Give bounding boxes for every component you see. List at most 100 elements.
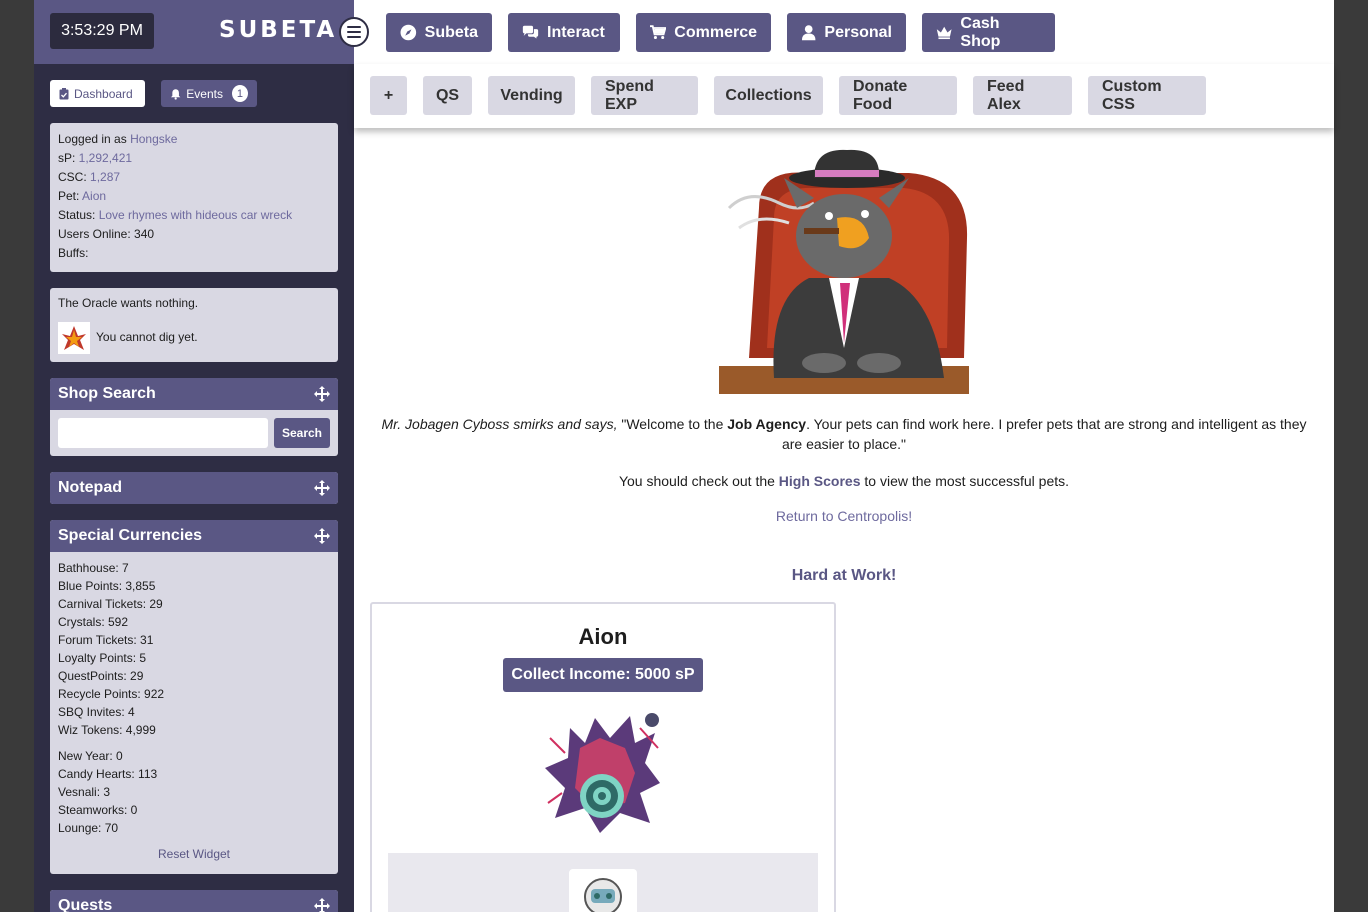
nav-cash-shop-label: Cash Shop — [960, 14, 1001, 50]
pet-link[interactable]: Aion — [82, 189, 106, 203]
currency-item: Crystals: 592 — [58, 615, 129, 629]
notepad-widget: Notepad — [50, 472, 338, 504]
return-line: Return to Centropolis! — [354, 508, 1334, 524]
subnav-donate-food[interactable]: Donate Food — [839, 76, 957, 115]
currency-item: Forum Tickets: 31 — [58, 633, 154, 647]
currency-item: Candy Hearts: 113 — [58, 767, 158, 781]
high-scores-line: You should check out the High Scores to … — [354, 473, 1334, 489]
hamburger-icon — [347, 26, 361, 38]
special-currencies-title: Special Currencies — [58, 527, 203, 544]
currency-group-1: Bathhouse: 7 Blue Points: 3,855 Carnival… — [50, 552, 338, 739]
section-heading: Hard at Work! — [791, 567, 897, 584]
events-button[interactable]: Events 1 — [161, 80, 257, 107]
sidebar: 3:53:29 PM SUBETA Dashboard Events 1 Log… — [34, 0, 354, 912]
currency-item: QuestPoints: 29 — [58, 669, 144, 683]
shop-search-title: Shop Search — [58, 385, 156, 402]
currency-item: Carnival Tickets: 29 — [58, 597, 163, 611]
job-item-panel — [388, 853, 818, 912]
subnav-feed-alex[interactable]: Feed Alex — [973, 76, 1072, 115]
currency-item: Wiz Tokens: 4,999 — [58, 723, 156, 737]
nav-cash-shop[interactable]: Cash Shop — [922, 13, 1055, 52]
currency-item: Loyalty Points: 5 — [58, 651, 147, 665]
buffs: Buffs: — [58, 246, 89, 260]
username-link[interactable]: Hongske — [130, 132, 177, 146]
status-line: Status: Love rhymes with hideous car wre… — [50, 206, 338, 225]
site-logo[interactable]: SUBETA — [219, 17, 337, 43]
move-icon[interactable] — [314, 386, 330, 402]
currency-item: SBQ Invites: 4 — [58, 705, 135, 719]
shop-search-button[interactable]: Search — [274, 418, 330, 448]
brand-bar: 3:53:29 PM SUBETA — [34, 0, 354, 64]
notepad-header[interactable]: Notepad — [50, 472, 338, 504]
status-link[interactable]: Love rhymes with hideous car wreck — [99, 208, 292, 222]
currency-item: Bathhouse: 7 — [58, 561, 129, 575]
dashboard-label: Dashboard — [74, 86, 133, 101]
nav-personal[interactable]: Personal — [787, 13, 906, 52]
pet-job-card: Aion Collect Income: 5000 sP — [370, 602, 836, 912]
high-scores-link[interactable]: High Scores — [779, 473, 861, 489]
speech-bold: Job Agency — [727, 416, 807, 432]
user-info-card: Logged in as Hongske sP: 1,292,421 CSC: … — [50, 123, 338, 272]
dig-text: You cannot dig yet. — [96, 330, 198, 344]
special-currencies-widget: Special Currencies Bathhouse: 7 Blue Poi… — [50, 520, 338, 874]
page: 3:53:29 PM SUBETA Dashboard Events 1 Log… — [34, 0, 1334, 912]
currency-item: Blue Points: 3,855 — [58, 579, 156, 593]
clock: 3:53:29 PM — [50, 13, 154, 49]
nav-subeta-label: Subeta — [424, 23, 478, 41]
subnav-spend-exp[interactable]: Spend EXP — [591, 76, 698, 115]
bell-icon — [170, 88, 181, 100]
logged-in-label: Logged in as — [58, 132, 131, 146]
return-to-centropolis-link[interactable]: Return to Centropolis! — [776, 508, 912, 524]
shop-search-header[interactable]: Shop Search — [50, 378, 338, 410]
npc-jobagen-cyboss-image — [719, 148, 969, 394]
csc-link[interactable]: 1,287 — [90, 170, 120, 184]
nav-interact-label: Interact — [547, 23, 605, 41]
reset-widget-link[interactable]: Reset Widget — [50, 847, 338, 861]
sp-link[interactable]: 1,292,421 — [79, 151, 132, 165]
currency-item: Lounge: 70 — [58, 821, 119, 835]
speech-post: . Your pets can find work here. I prefer… — [781, 416, 1307, 452]
clipboard-icon — [59, 87, 69, 99]
currency-item: Recycle Points: 922 — [58, 687, 165, 701]
nav-personal-label: Personal — [824, 23, 892, 41]
nav-commerce-label: Commerce — [674, 23, 757, 41]
subnav-collections[interactable]: Collections — [714, 76, 823, 115]
npc-name: Mr. Jobagen Cyboss smirks and says, — [381, 416, 618, 432]
quests-widget: Quests — [50, 890, 338, 912]
special-currencies-header[interactable]: Special Currencies — [50, 520, 338, 552]
nav-interact[interactable]: Interact — [508, 13, 620, 52]
hamburger-menu-button[interactable] — [339, 17, 369, 47]
collect-income-button[interactable]: Collect Income: 5000 sP — [503, 658, 703, 692]
nav-commerce[interactable]: Commerce — [636, 13, 771, 52]
logged-in-line: Logged in as Hongske — [50, 130, 338, 149]
subnav-qs[interactable]: QS — [423, 76, 472, 115]
crown-icon — [936, 26, 952, 40]
dashboard-button[interactable]: Dashboard — [50, 80, 145, 107]
sub-nav: + QS Vending Spend EXP Collections Donat… — [354, 64, 1334, 128]
currency-item: Vesnali: 3 — [58, 785, 111, 799]
notepad-title: Notepad — [58, 479, 122, 496]
subnav-vending[interactable]: Vending — [488, 76, 575, 115]
quests-title: Quests — [58, 897, 113, 912]
subnav-custom-css[interactable]: Custom CSS — [1088, 76, 1206, 115]
move-icon[interactable] — [314, 528, 330, 544]
users-online: Users Online: 340 — [58, 227, 155, 241]
cart-icon — [650, 25, 667, 40]
top-nav: Subeta Interact Commerce Personal Cash S… — [354, 0, 1334, 64]
pet-label: Pet: — [58, 189, 83, 203]
quests-header[interactable]: Quests — [50, 890, 338, 912]
events-count-badge: 1 — [231, 85, 248, 102]
nav-subeta[interactable]: Subeta — [386, 13, 492, 52]
subnav-plus[interactable]: + — [370, 76, 407, 115]
status-label: Status: — [58, 208, 99, 222]
dig-shovel-icon[interactable] — [58, 322, 90, 354]
npc-speech: Mr. Jobagen Cyboss smirks and says, "Wel… — [374, 414, 1314, 454]
events-label: Events — [186, 86, 223, 101]
move-icon[interactable] — [314, 898, 330, 912]
shop-search-widget: Shop Search Search — [50, 378, 338, 456]
shop-search-input[interactable] — [58, 418, 268, 448]
move-icon[interactable] — [314, 480, 330, 496]
currency-item: New Year: 0 — [58, 749, 123, 763]
csc-line: CSC: 1,287 — [50, 168, 338, 187]
sp-label: sP: — [58, 151, 79, 165]
